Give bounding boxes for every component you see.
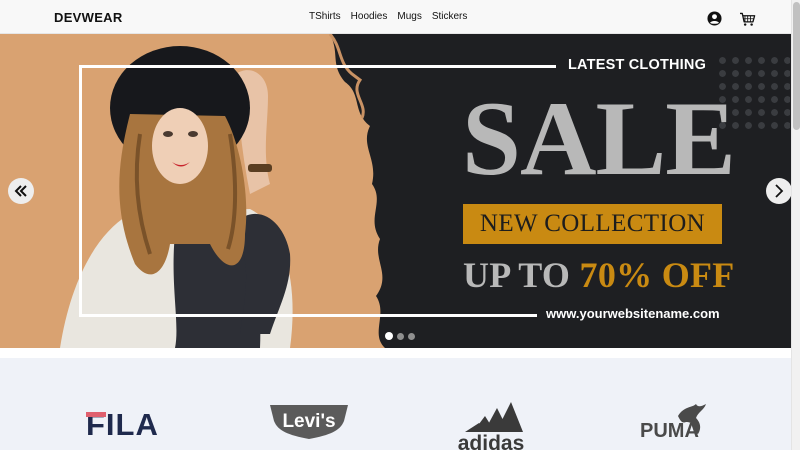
hero-frame-bottom: [79, 314, 537, 317]
hero-website: www.yourwebsitename.com: [546, 306, 720, 321]
nav-link-tshirts[interactable]: TShirts: [309, 11, 341, 22]
chevron-right-icon: [775, 184, 784, 198]
hero-banner: NEW COLLECTION: [463, 204, 722, 244]
nav-links: TShirts Hoodies Mugs Stickers: [309, 11, 467, 22]
levis-logo[interactable]: Levi's: [270, 405, 348, 439]
nav-link-stickers[interactable]: Stickers: [432, 11, 468, 22]
adidas-logo-text: adidas: [458, 432, 525, 450]
brands-strip: FILA Levi's adidas PUMA: [0, 348, 791, 450]
carousel-indicator-2[interactable]: [397, 332, 404, 340]
carousel-next-button[interactable]: [766, 178, 791, 204]
carousel-prev-button[interactable]: [8, 178, 34, 204]
hero-carousel: LATEST CLOTHING SALE NEW COLLECTION UP T…: [0, 34, 791, 348]
nav-link-mugs[interactable]: Mugs: [397, 11, 421, 22]
hero-headline: SALE: [462, 80, 736, 197]
frame-gap: [556, 59, 564, 73]
scrollbar-thumb[interactable]: [793, 2, 800, 130]
hero-tagline: LATEST CLOTHING: [568, 57, 707, 73]
adidas-logo[interactable]: adidas: [451, 396, 531, 450]
levis-logo-text: Levi's: [282, 411, 335, 432]
hero-offer-prefix: UP TO: [463, 255, 580, 295]
fila-logo[interactable]: FILA: [86, 409, 168, 437]
account-circle-icon[interactable]: [707, 11, 722, 31]
carousel-indicator-1[interactable]: [385, 332, 393, 340]
cart-icon[interactable]: [739, 12, 756, 32]
carousel-indicators: [385, 332, 415, 340]
hero-offer-value: 70% OFF: [579, 255, 735, 295]
carousel-indicator-3[interactable]: [408, 332, 415, 340]
hero-offer: UP TO 70% OFF: [463, 251, 735, 299]
nav-link-hoodies[interactable]: Hoodies: [351, 11, 388, 22]
page: DEVWEAR TShirts Hoodies Mugs Stickers LA…: [0, 0, 800, 450]
page-scrollbar[interactable]: [791, 0, 800, 450]
navbar: DEVWEAR TShirts Hoodies Mugs Stickers: [0, 0, 791, 34]
brand-logo-text[interactable]: DEVWEAR: [54, 10, 123, 25]
puma-logo[interactable]: PUMA: [640, 404, 710, 438]
chevrons-left-icon: [14, 185, 27, 197]
